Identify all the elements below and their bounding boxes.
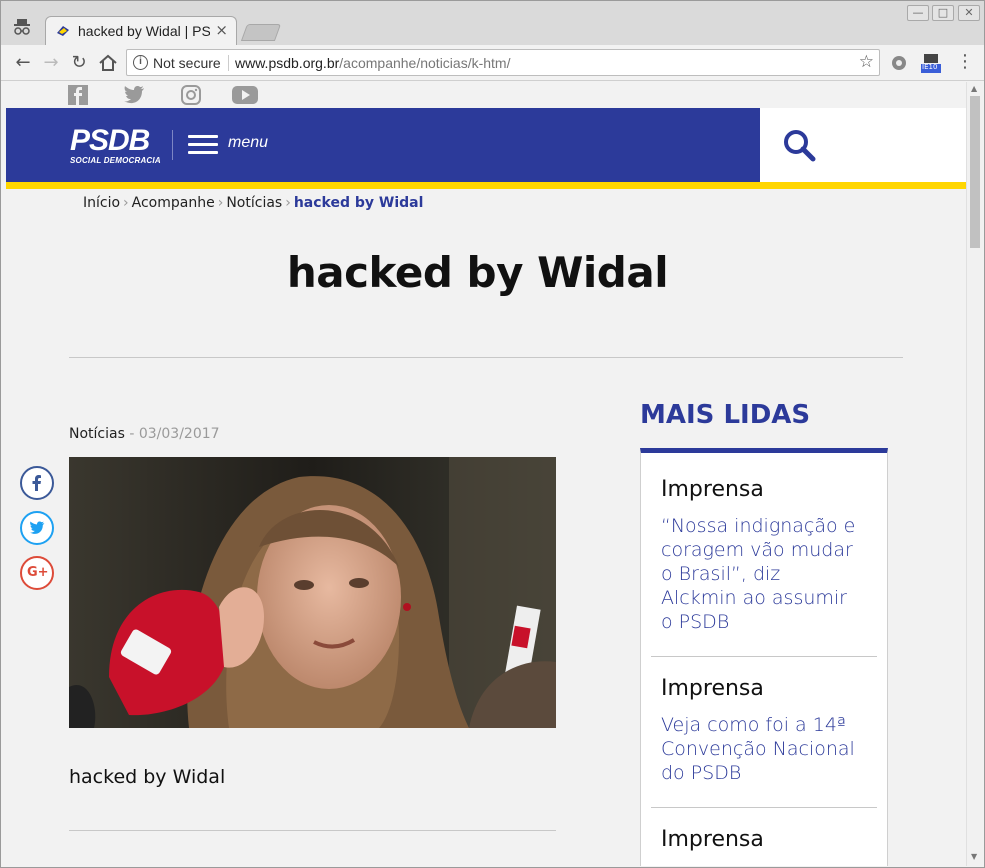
article-date: - 03/03/2017	[124, 426, 220, 442]
google-plus-icon: G+	[27, 565, 49, 580]
page-viewport: PSDB SOCIAL DEMOCRACIA menu Início › Acomp…	[5, 82, 966, 866]
forward-arrow-icon[interactable]: →	[40, 52, 62, 74]
extension-gear-icon[interactable]	[889, 53, 909, 73]
bookmark-star-icon[interactable]: ☆	[859, 52, 874, 72]
ie-extension-icon[interactable]: IE10	[921, 53, 941, 73]
most-read-item: Imprensa Veja como foi a 14ª Convenção N…	[661, 674, 861, 785]
title-divider	[69, 357, 903, 358]
most-read-category[interactable]: Imprensa	[661, 475, 861, 505]
back-arrow-icon[interactable]: ←	[12, 52, 34, 74]
info-icon[interactable]: i	[133, 55, 148, 70]
twitter-icon[interactable]	[123, 85, 145, 105]
article-lead: hacked by Widal	[69, 766, 226, 788]
article-category[interactable]: Notícias	[69, 426, 125, 442]
new-tab-button[interactable]	[240, 24, 282, 41]
share-google-plus-button[interactable]: G+	[20, 556, 54, 590]
minimize-button[interactable]: —	[907, 5, 929, 21]
maximize-button[interactable]: □	[932, 5, 954, 21]
tab-title: hacked by Widal | PSDB	[78, 23, 210, 39]
most-read-panel: Imprensa “Nossa indignação e coragem vão…	[640, 448, 888, 866]
breadcrumb-chevron-icon: ›	[285, 195, 291, 211]
scroll-up-arrow-icon[interactable]: ▲	[971, 84, 977, 93]
most-read-item: Imprensa	[661, 825, 861, 855]
url-host: www.psdb.org.br	[235, 55, 340, 71]
article-divider	[69, 830, 556, 831]
title-bar: hacked by Widal | PSDB × — □ ✕	[1, 1, 984, 45]
breadcrumb-chevron-icon: ›	[123, 195, 129, 211]
facebook-icon[interactable]	[68, 85, 88, 105]
search-icon[interactable]	[782, 128, 816, 162]
most-read-category[interactable]: Imprensa	[661, 825, 861, 855]
browser-menu-icon[interactable]: ⋮	[956, 53, 974, 71]
browser-window: hacked by Widal | PSDB × — □ ✕ ← → ↻ i N…	[0, 0, 985, 868]
most-read-link[interactable]: Veja como foi a 14ª Convenção Nacional d…	[661, 713, 861, 785]
page-title: hacked by Widal	[286, 248, 669, 297]
logo-main: PSDB	[70, 124, 150, 157]
scrollbar-thumb[interactable]	[970, 96, 980, 248]
url-path: /acompanhe/noticias/k-htm/	[339, 55, 511, 71]
breadcrumb-item-noticias[interactable]: Notícias	[226, 195, 282, 211]
scroll-down-arrow-icon[interactable]: ▼	[971, 852, 977, 861]
home-icon[interactable]	[97, 52, 119, 74]
menu-label[interactable]: menu	[228, 134, 268, 152]
hamburger-menu-icon[interactable]	[188, 135, 218, 155]
security-label: Not secure	[153, 55, 221, 71]
most-read-item: Imprensa “Nossa indignação e coragem vão…	[661, 475, 861, 634]
breadcrumb-current: hacked by Widal	[293, 195, 424, 211]
search-box[interactable]	[760, 108, 966, 182]
omnibox-divider	[228, 55, 229, 71]
share-facebook-button[interactable]	[20, 466, 54, 500]
most-read-divider	[651, 807, 877, 808]
article-photo	[69, 457, 556, 728]
breadcrumb-chevron-icon: ›	[217, 195, 224, 211]
url-text: www.psdb.org.br/acompanhe/noticias/k-htm…	[235, 55, 510, 71]
reload-icon[interactable]: ↻	[68, 52, 90, 74]
sidebar-title: MAIS LIDAS	[640, 400, 811, 430]
youtube-icon[interactable]	[232, 85, 258, 105]
article-photo-image	[69, 457, 556, 728]
close-window-button[interactable]: ✕	[958, 5, 980, 21]
breadcrumb-item-inicio[interactable]: Início	[83, 195, 120, 211]
incognito-icon	[14, 19, 30, 35]
site-header: PSDB SOCIAL DEMOCRACIA menu	[6, 108, 966, 182]
facebook-icon	[32, 475, 41, 491]
twitter-icon	[29, 521, 45, 534]
vertical-scrollbar[interactable]: ▲ ▼	[966, 82, 983, 866]
breadcrumb: Início › Acompanhe › Notícias › hacked by Wida…	[83, 195, 423, 211]
instagram-icon[interactable]	[181, 85, 201, 105]
breadcrumb-item-acompanhe[interactable]: Acompanhe	[132, 195, 215, 211]
logo-sub: SOCIAL DEMOCRACIA	[70, 156, 161, 165]
header-yellow-stripe	[6, 182, 966, 189]
psdb-favicon-icon	[57, 26, 69, 36]
most-read-category[interactable]: Imprensa	[661, 674, 861, 704]
most-read-link[interactable]: “Nossa indignação e coragem vão mudar o …	[661, 514, 861, 634]
article-meta: Notícias - 03/03/2017	[69, 426, 220, 442]
browser-tab[interactable]: hacked by Widal | PSDB ×	[45, 16, 237, 45]
browser-toolbar: ← → ↻ i Not secure www.psdb.org.br/acomp…	[1, 45, 984, 81]
header-divider	[172, 130, 173, 160]
extension-badge: IE10	[922, 63, 938, 71]
share-twitter-button[interactable]	[20, 511, 54, 545]
tab-close-button[interactable]: ×	[215, 21, 228, 39]
psdb-logo[interactable]: PSDB SOCIAL DEMOCRACIA	[70, 124, 161, 166]
most-read-divider	[651, 656, 877, 657]
address-bar[interactable]: i Not secure www.psdb.org.br/acompanhe/n…	[126, 49, 880, 76]
